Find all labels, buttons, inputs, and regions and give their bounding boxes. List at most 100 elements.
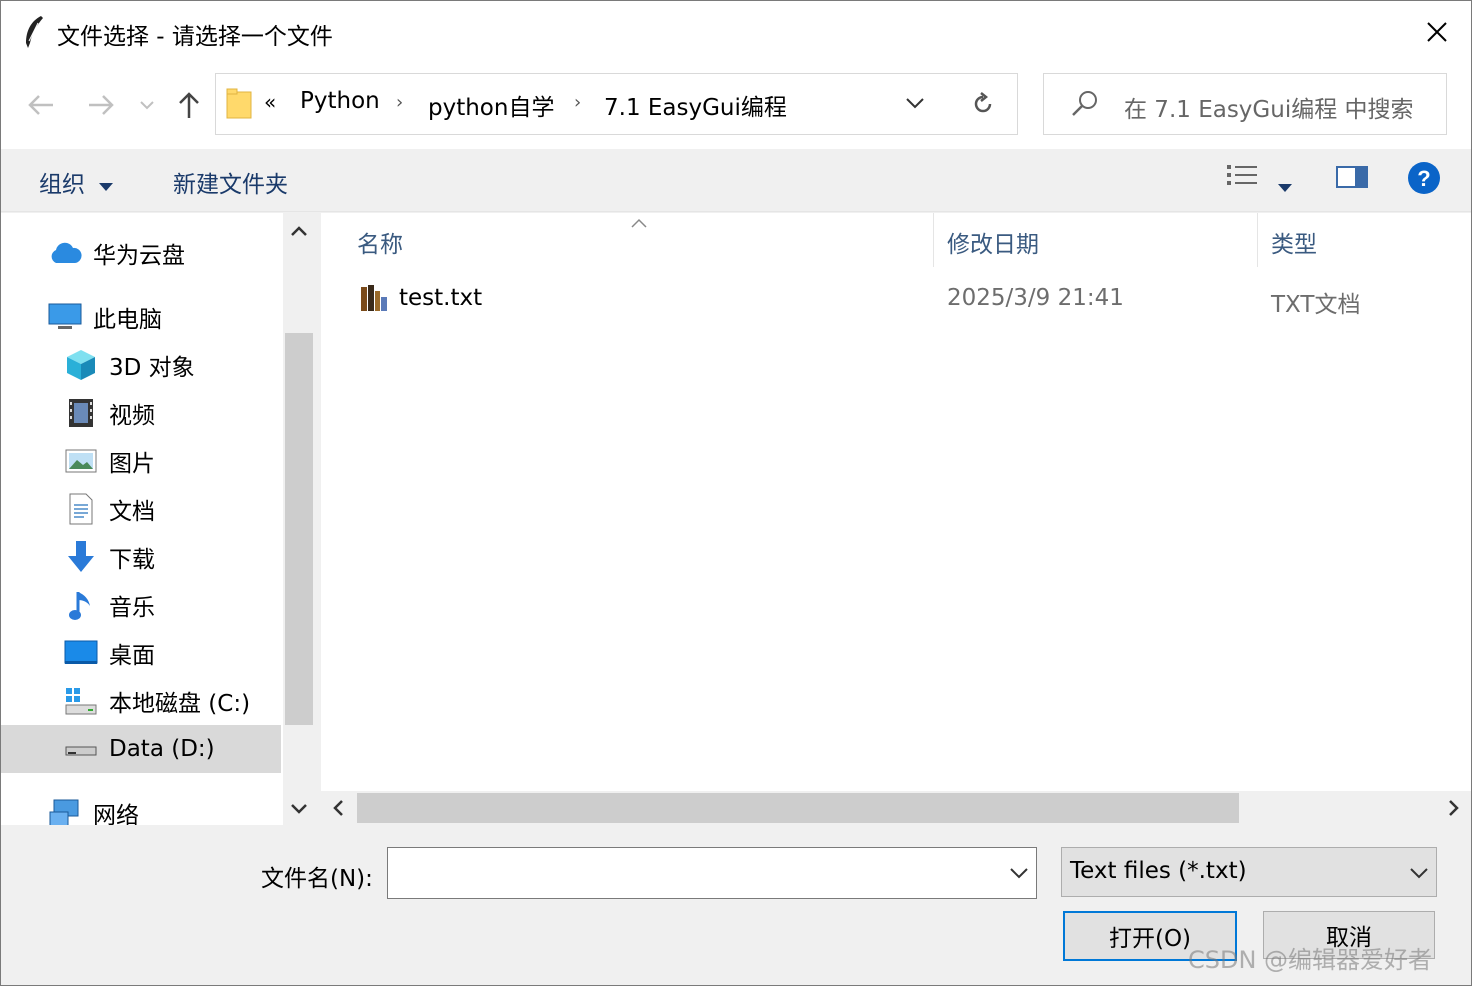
sidebar-scrollbar[interactable] <box>283 213 315 825</box>
breadcrumb-easygui[interactable]: 7.1 EasyGui编程 <box>604 88 787 122</box>
file-type: TXT文档 <box>1271 292 1361 318</box>
file-name: test.txt <box>399 285 483 311</box>
file-list-horizontal-scrollbar[interactable] <box>321 791 1471 825</box>
column-header-modified[interactable]: 修改日期 <box>947 225 1039 259</box>
chevron-down-icon <box>140 101 154 110</box>
scroll-right-button[interactable] <box>1443 797 1465 819</box>
view-list-icon <box>1227 165 1257 185</box>
file-type-dropdown-button[interactable] <box>1410 864 1428 883</box>
document-icon <box>63 491 99 527</box>
sidebar-item-label: 本地磁盘 (C:) <box>109 691 251 717</box>
sidebar-item-videos[interactable]: 视频 <box>63 389 155 437</box>
cube-3d-icon <box>63 347 99 383</box>
scroll-left-button[interactable] <box>327 797 349 819</box>
file-type-selected: Text files (*.txt) <box>1070 858 1247 884</box>
scroll-up-button[interactable] <box>289 221 309 241</box>
sidebar-item-network[interactable]: 网络 <box>47 789 139 825</box>
column-divider[interactable] <box>1257 213 1258 267</box>
breadcrumb-python[interactable]: Python <box>300 88 380 114</box>
cloud-icon <box>47 235 83 271</box>
sidebar-item-data-d[interactable]: Data (D:) <box>1 725 281 773</box>
file-row[interactable]: test.txt 2025/3/9 21:41 TXT文档 <box>321 279 1471 319</box>
sidebar-item-downloads[interactable]: 下载 <box>63 533 155 581</box>
preview-pane-button[interactable] <box>1335 163 1369 197</box>
sidebar-item-desktop[interactable]: 桌面 <box>63 629 155 677</box>
text-file-icon <box>359 283 389 319</box>
scrollbar-thumb[interactable] <box>357 793 1239 823</box>
sidebar-item-local-disk-c[interactable]: 本地磁盘 (C:) <box>63 677 250 725</box>
sidebar-item-label: 网络 <box>93 803 139 825</box>
local-disk-icon <box>63 683 99 719</box>
organize-label: 组织 <box>39 172 85 198</box>
search-input[interactable]: 在 7.1 EasyGui编程 中搜索 <box>1124 90 1414 124</box>
address-overflow[interactable]: « <box>264 90 276 114</box>
svg-text:?: ? <box>1417 166 1430 191</box>
column-divider[interactable] <box>933 213 934 267</box>
search-box[interactable]: 在 7.1 EasyGui编程 中搜索 <box>1043 73 1447 135</box>
address-bar[interactable]: « Python › python自学 › 7.1 EasyGui编程 <box>215 73 951 135</box>
scrollbar-thumb[interactable] <box>285 333 313 725</box>
sidebar-item-label: 下载 <box>109 547 155 573</box>
video-icon <box>63 395 99 431</box>
picture-icon <box>63 443 99 479</box>
close-icon <box>1427 22 1447 42</box>
title-bar: 文件选择 - 请选择一个文件 <box>1 1 1471 63</box>
sidebar-item-label: 文档 <box>109 499 155 525</box>
sidebar-item-3d-objects[interactable]: 3D 对象 <box>63 341 195 389</box>
sidebar-item-label: Data (D:) <box>109 736 215 762</box>
chevron-left-icon <box>333 800 343 816</box>
sort-ascending-icon <box>631 213 647 232</box>
column-header-type[interactable]: 类型 <box>1271 225 1317 259</box>
close-button[interactable] <box>1411 9 1463 55</box>
breadcrumb-python-self-study[interactable]: python自学 <box>428 88 554 122</box>
file-modified: 2025/3/9 21:41 <box>947 285 1124 311</box>
breadcrumb-separator-icon[interactable]: › <box>574 92 581 113</box>
sidebar-item-label: 桌面 <box>109 643 155 669</box>
chevron-down-icon <box>291 804 307 814</box>
sidebar-item-huawei-cloud[interactable]: 华为云盘 <box>47 229 185 277</box>
organize-menu-button[interactable]: 组织 <box>39 165 114 199</box>
view-options-button[interactable] <box>1225 163 1259 197</box>
feather-app-icon <box>23 15 45 53</box>
file-type-select[interactable]: Text files (*.txt) <box>1061 847 1437 897</box>
filename-dropdown-button[interactable] <box>1010 864 1028 883</box>
music-icon <box>63 587 99 623</box>
search-icon <box>1070 88 1100 122</box>
sidebar-item-label: 音乐 <box>109 595 155 621</box>
sidebar-item-label: 视频 <box>109 403 155 429</box>
caret-down-icon <box>1278 184 1292 192</box>
file-open-dialog: 文件选择 - 请选择一个文件 « Python › python自学 › 7.1 <box>0 0 1472 986</box>
chevron-right-icon <box>1449 800 1459 816</box>
refresh-icon <box>974 92 992 113</box>
sidebar-item-label: 此电脑 <box>93 307 162 333</box>
help-button[interactable]: ? <box>1407 161 1441 201</box>
address-dropdown-button[interactable] <box>906 94 924 113</box>
navigation-pane: 华为云盘 此电脑 3D 对象 视频 图片 文档 下载 音乐 桌面 本地磁盘 (C… <box>1 213 283 825</box>
filename-combobox[interactable] <box>387 847 1037 899</box>
folder-icon <box>226 88 252 124</box>
sidebar-item-music[interactable]: 音乐 <box>63 581 155 629</box>
sidebar-item-label: 华为云盘 <box>93 243 185 269</box>
recent-locations-button[interactable] <box>129 85 165 125</box>
up-button[interactable] <box>169 85 209 125</box>
sidebar-item-label: 3D 对象 <box>109 355 195 381</box>
chevron-down-icon <box>1010 868 1028 879</box>
refresh-button[interactable] <box>949 73 1018 135</box>
network-icon <box>47 795 83 825</box>
sidebar-item-this-pc[interactable]: 此电脑 <box>47 293 162 341</box>
forward-button[interactable] <box>81 85 121 125</box>
sidebar-item-pictures[interactable]: 图片 <box>63 437 155 485</box>
help-icon: ? <box>1408 162 1440 194</box>
file-list-pane: 名称 修改日期 类型 test.txt 2025/3/9 21:41 TXT文档 <box>321 213 1471 791</box>
column-header-name[interactable]: 名称 <box>357 225 403 259</box>
breadcrumb-separator-icon[interactable]: › <box>396 92 403 113</box>
back-button[interactable] <box>21 85 61 125</box>
scroll-down-button[interactable] <box>289 799 309 819</box>
sidebar-item-documents[interactable]: 文档 <box>63 485 155 533</box>
new-folder-button[interactable]: 新建文件夹 <box>173 165 288 199</box>
filename-label: 文件名(N): <box>261 866 373 892</box>
caret-down-icon <box>99 183 114 191</box>
csdn-watermark: CSDN @编辑器爱好者 <box>1188 946 1433 974</box>
view-dropdown-button[interactable] <box>1277 173 1293 199</box>
drive-icon <box>63 731 99 767</box>
